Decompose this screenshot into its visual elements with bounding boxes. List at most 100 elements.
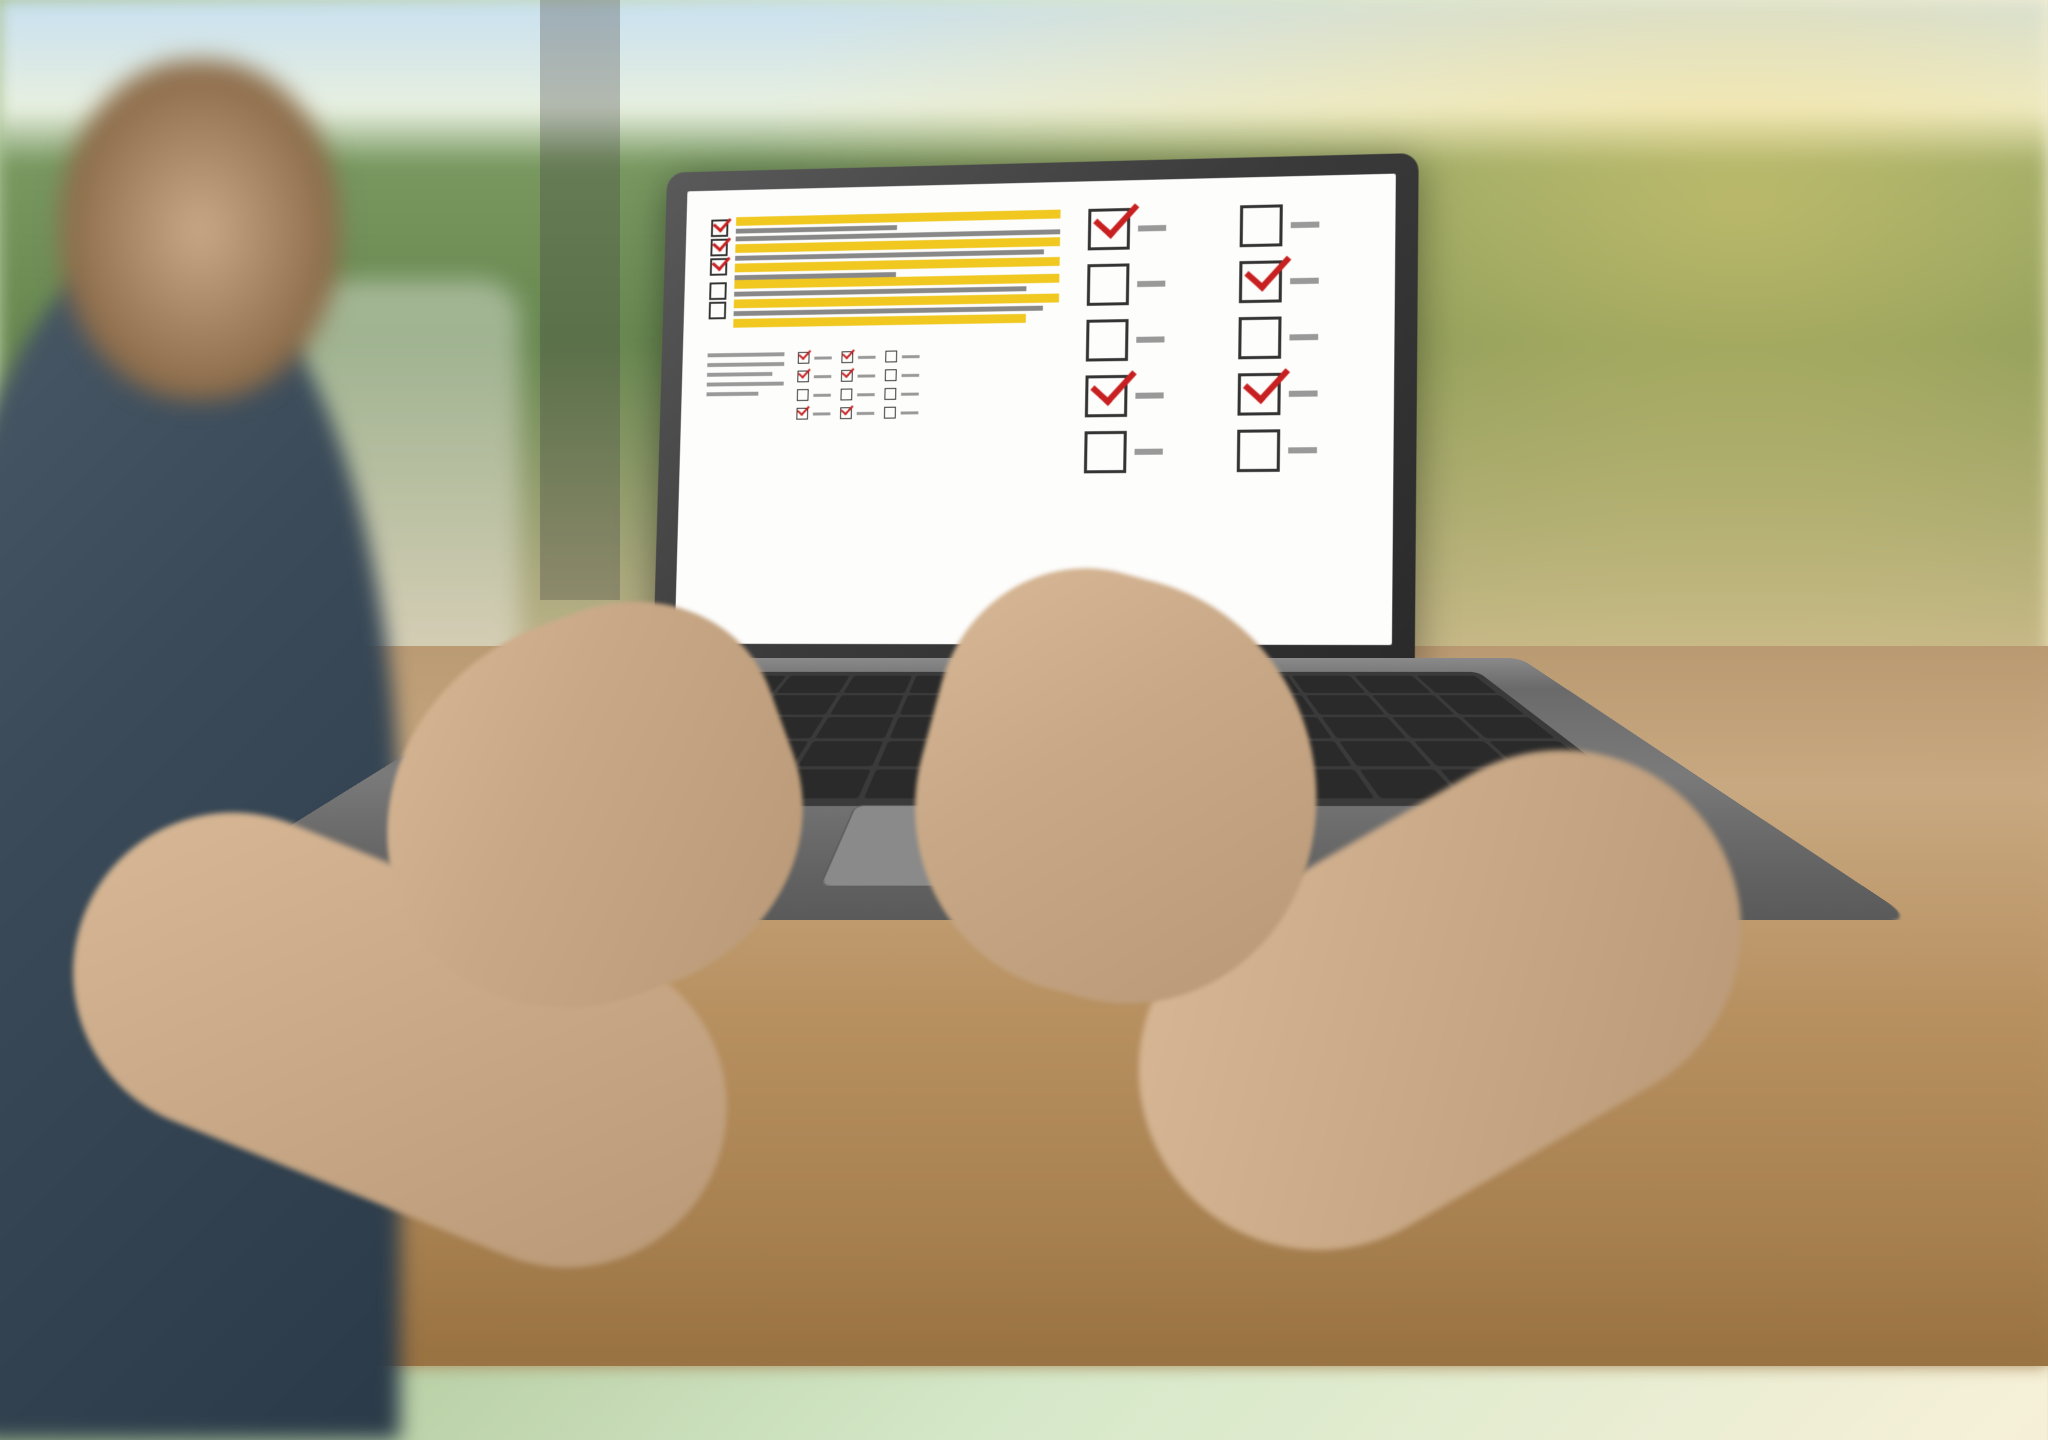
checkbox-small[interactable] xyxy=(709,282,727,300)
mini-label-line xyxy=(901,392,919,395)
progress-bar xyxy=(736,210,1061,226)
mini-label-line xyxy=(857,393,875,396)
mini-check-row xyxy=(798,352,832,364)
mini-check-column xyxy=(884,350,920,418)
checkbox-large[interactable] xyxy=(1084,431,1127,473)
key[interactable] xyxy=(814,717,893,739)
text-line xyxy=(707,362,784,367)
checkbox-mini[interactable] xyxy=(884,388,896,400)
checkbox-mini[interactable] xyxy=(841,370,853,382)
big-check-group xyxy=(1084,430,1212,473)
checkbox-mini[interactable] xyxy=(797,389,809,401)
bar-stack xyxy=(733,294,1059,328)
big-check-group xyxy=(1085,374,1213,418)
mini-check-row xyxy=(797,389,831,401)
big-check-row xyxy=(1088,202,1369,250)
right-panel xyxy=(1082,202,1369,616)
checkbox-mini[interactable] xyxy=(797,370,809,382)
mini-check-row xyxy=(840,407,874,419)
big-label-line xyxy=(1289,390,1318,396)
big-check-row xyxy=(1087,259,1368,306)
big-check-group xyxy=(1086,318,1214,362)
checkbox-mini[interactable] xyxy=(796,408,808,420)
progress-bar xyxy=(733,314,1026,328)
mini-label-line xyxy=(857,411,875,414)
mini-label-line xyxy=(858,355,876,358)
checkbox-large[interactable] xyxy=(1238,316,1281,359)
checkbox-mini[interactable] xyxy=(885,351,897,363)
big-check-group xyxy=(1237,372,1367,416)
mini-check-row xyxy=(841,351,875,363)
checkbox-large[interactable] xyxy=(1087,263,1130,305)
big-label-line xyxy=(1135,449,1163,455)
big-check-row xyxy=(1085,372,1367,418)
mini-label-line xyxy=(858,374,876,377)
key[interactable] xyxy=(1291,676,1365,693)
big-check-row xyxy=(1084,428,1366,473)
checkbox-mini[interactable] xyxy=(798,352,810,364)
big-check-group xyxy=(1239,259,1369,304)
big-label-line xyxy=(1138,225,1166,232)
checkbox-large[interactable] xyxy=(1086,319,1129,361)
text-line xyxy=(707,382,784,387)
mini-label-line xyxy=(814,375,832,378)
checkbox-large[interactable] xyxy=(1239,260,1282,303)
mini-check-row xyxy=(797,370,831,382)
big-check-group xyxy=(1239,202,1368,247)
checkbox-large[interactable] xyxy=(1236,429,1279,472)
text-line xyxy=(708,352,785,357)
mini-label-line xyxy=(901,373,919,376)
checkbox-large[interactable] xyxy=(1237,373,1280,416)
mini-label-line xyxy=(901,411,919,414)
checkbox-mini[interactable] xyxy=(840,389,852,401)
text-line xyxy=(707,372,772,377)
text-lines-block xyxy=(706,352,785,420)
mini-label-line xyxy=(814,356,832,359)
text-line xyxy=(706,392,758,397)
checkbox-mini[interactable] xyxy=(884,407,896,419)
big-check-group xyxy=(1236,428,1366,472)
key[interactable] xyxy=(797,741,883,766)
mini-check-column xyxy=(796,352,832,420)
checkbox-large[interactable] xyxy=(1085,375,1128,417)
key[interactable] xyxy=(1321,717,1406,739)
lower-section xyxy=(706,348,1059,421)
left-panel xyxy=(700,210,1061,617)
checkbox-large[interactable] xyxy=(1239,204,1282,247)
big-label-line xyxy=(1290,278,1319,285)
person-head-blurred xyxy=(60,60,340,400)
checkbox-mini[interactable] xyxy=(885,369,897,381)
big-label-line xyxy=(1289,334,1318,340)
mini-check-row xyxy=(796,407,830,419)
checkbox-mini[interactable] xyxy=(840,407,852,419)
mini-label-line xyxy=(902,355,920,358)
mini-check-row xyxy=(885,369,920,381)
checkbox-large[interactable] xyxy=(1088,208,1131,250)
big-label-line xyxy=(1290,222,1319,229)
big-check-group xyxy=(1238,315,1368,359)
big-label-line xyxy=(1136,392,1164,398)
screen-content xyxy=(700,202,1368,616)
big-label-line xyxy=(1137,336,1165,342)
laptop-screen xyxy=(675,174,1396,645)
checkbox-small[interactable] xyxy=(709,302,727,320)
key[interactable] xyxy=(1305,695,1384,714)
mini-check-row xyxy=(884,406,919,418)
checkbox-mini[interactable] xyxy=(841,351,853,363)
checkbox-small[interactable] xyxy=(710,258,728,276)
mini-check-row xyxy=(840,388,874,400)
key[interactable] xyxy=(843,676,912,693)
big-label-line xyxy=(1288,447,1317,453)
big-check-row xyxy=(1086,315,1367,362)
mini-check-column xyxy=(840,351,876,419)
progress-row xyxy=(708,294,1059,329)
big-check-group xyxy=(1088,206,1215,250)
mini-check-row xyxy=(885,350,920,362)
mini-label-line xyxy=(813,412,831,415)
big-check-group xyxy=(1087,262,1215,306)
progress-bar xyxy=(736,225,897,233)
big-label-line xyxy=(1138,281,1166,288)
key[interactable] xyxy=(777,676,849,693)
key[interactable] xyxy=(830,695,904,714)
mini-check-row xyxy=(841,370,875,382)
